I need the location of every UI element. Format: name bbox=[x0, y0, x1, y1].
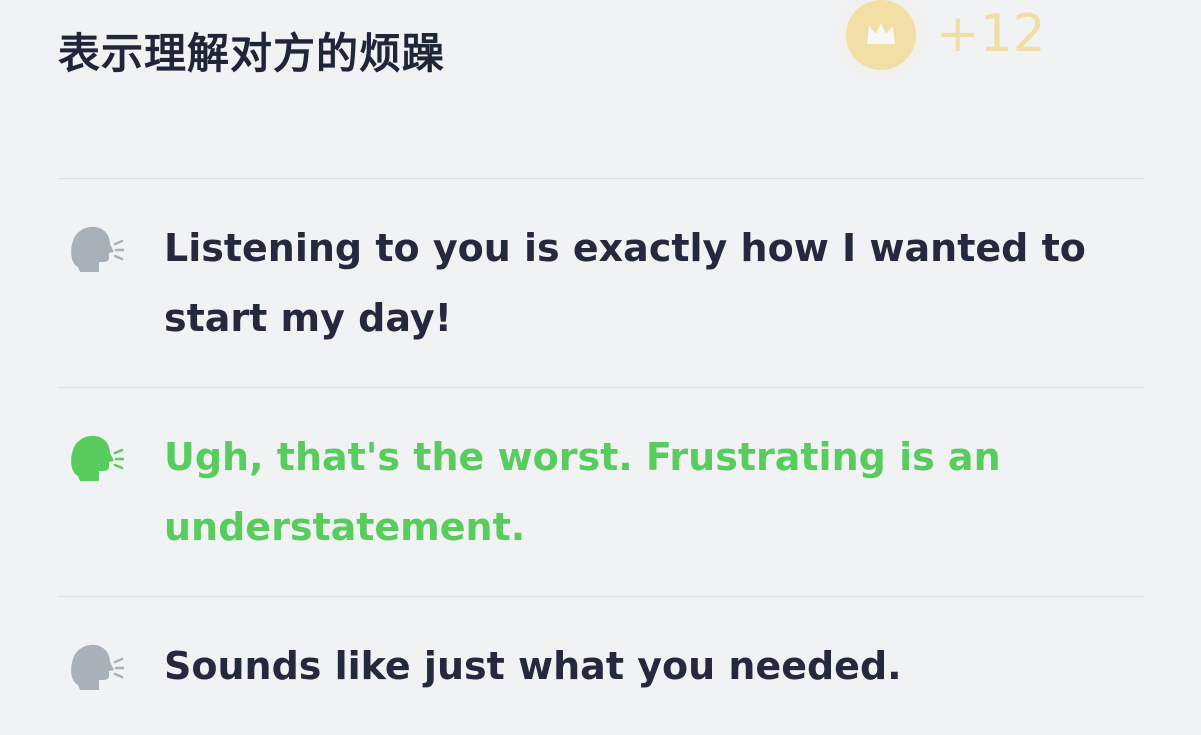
response-option[interactable]: Sounds like just what you needed. bbox=[58, 597, 1144, 735]
speaking-head-icon bbox=[71, 226, 124, 272]
response-options: Listening to you is exactly how I wanted… bbox=[58, 178, 1144, 735]
crown-coin-icon bbox=[846, 0, 916, 70]
header: 表示理解对方的烦躁 +12 bbox=[58, 0, 1144, 84]
response-option-selected[interactable]: Ugh, that's the worst. Frustrating is an… bbox=[58, 388, 1144, 596]
reward-points: +12 bbox=[936, 4, 1046, 64]
option-text: Listening to you is exactly how I wanted… bbox=[164, 226, 1086, 340]
reward-indicator: +12 bbox=[846, 0, 1066, 80]
prompt-title: 表示理解对方的烦躁 bbox=[58, 29, 446, 78]
speaking-head-icon bbox=[71, 435, 124, 481]
speaking-head-icon bbox=[71, 644, 124, 690]
option-text: Ugh, that's the worst. Frustrating is an… bbox=[164, 435, 1001, 549]
option-text: Sounds like just what you needed. bbox=[164, 644, 902, 688]
response-option[interactable]: Listening to you is exactly how I wanted… bbox=[58, 179, 1144, 387]
